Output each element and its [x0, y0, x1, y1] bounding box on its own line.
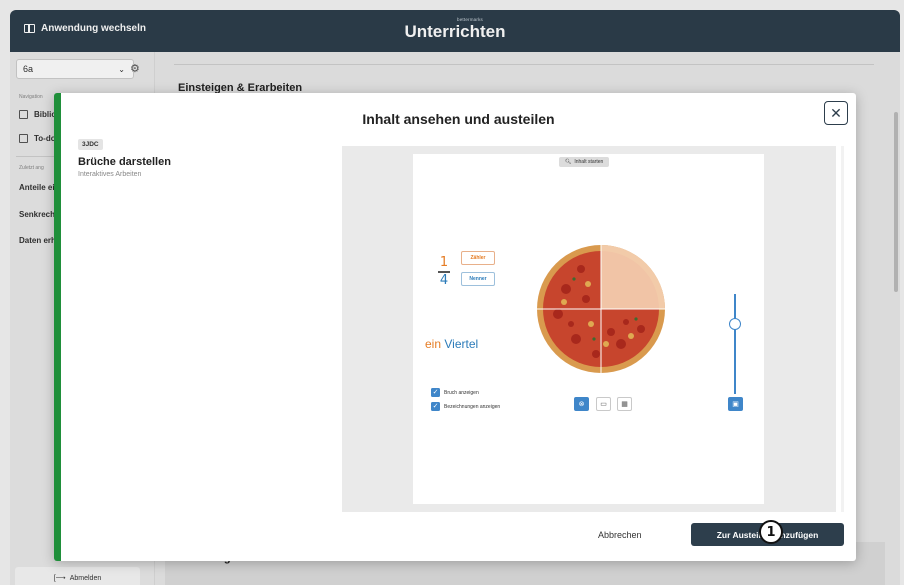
modal-title: Inhalt ansehen und austeilen [362, 111, 555, 127]
numerator: 1 [439, 255, 449, 270]
cancel-button[interactable]: Abbrechen [598, 530, 642, 540]
show-fraction-label: Bruch anzeigen [444, 389, 479, 396]
interactive-canvas: 🔍︎ Inhalt starten 1 4 Zähler Nenner ein … [413, 154, 764, 504]
preview-scrollbar[interactable] [841, 146, 844, 512]
preview-area: 🔍︎ Inhalt starten 1 4 Zähler Nenner ein … [342, 146, 836, 512]
fraction-display: 1 4 [438, 256, 450, 288]
check-icon: ✓ [431, 402, 440, 411]
grid-mode-button[interactable]: ▦ [617, 397, 632, 411]
fraction-word: ein Viertel [425, 337, 478, 351]
show-fraction-checkbox[interactable]: ✓ Bruch anzeigen [431, 388, 479, 397]
start-content-button[interactable]: 🔍︎ Inhalt starten [559, 157, 610, 167]
step-marker: 1 [759, 520, 783, 544]
fraction-word-article: ein [425, 337, 442, 351]
start-content-label: Inhalt starten [574, 159, 604, 165]
partition-slider-knob[interactable] [729, 318, 741, 330]
content-subtitle: Interaktives Arbeiten [78, 171, 142, 178]
bar-mode-button[interactable]: ▭ [596, 397, 611, 411]
content-modal: Inhalt ansehen und austeilen ✕ 3JDC Brüc… [54, 93, 856, 561]
check-icon: ✓ [431, 388, 440, 397]
pizza-image [537, 245, 665, 373]
image-toggle-button[interactable]: ▣ [728, 397, 743, 411]
close-icon: ✕ [830, 104, 842, 121]
denominator: 4 [439, 272, 449, 288]
grid-icon: ▦ [621, 401, 628, 408]
show-labels-label: Bezeichnungen anzeigen [444, 403, 501, 410]
search-icon: 🔍︎ [565, 159, 572, 165]
fraction-word-name: Viertel [444, 337, 479, 351]
partition-slider-track[interactable] [734, 294, 736, 394]
content-code-badge: 3JDC [78, 139, 103, 150]
bar-icon: ▭ [600, 401, 607, 408]
denominator-label-button[interactable]: Nenner [461, 272, 495, 286]
show-labels-checkbox[interactable]: ✓ Bezeichnungen anzeigen [431, 402, 500, 411]
close-button[interactable]: ✕ [824, 101, 848, 125]
circle-mode-button[interactable]: ⊗ [574, 397, 589, 411]
circle-icon: ⊗ [578, 401, 585, 408]
content-title: Brüche darstellen [78, 156, 171, 168]
numerator-label-button[interactable]: Zähler [461, 251, 495, 265]
image-icon: ▣ [732, 401, 739, 408]
